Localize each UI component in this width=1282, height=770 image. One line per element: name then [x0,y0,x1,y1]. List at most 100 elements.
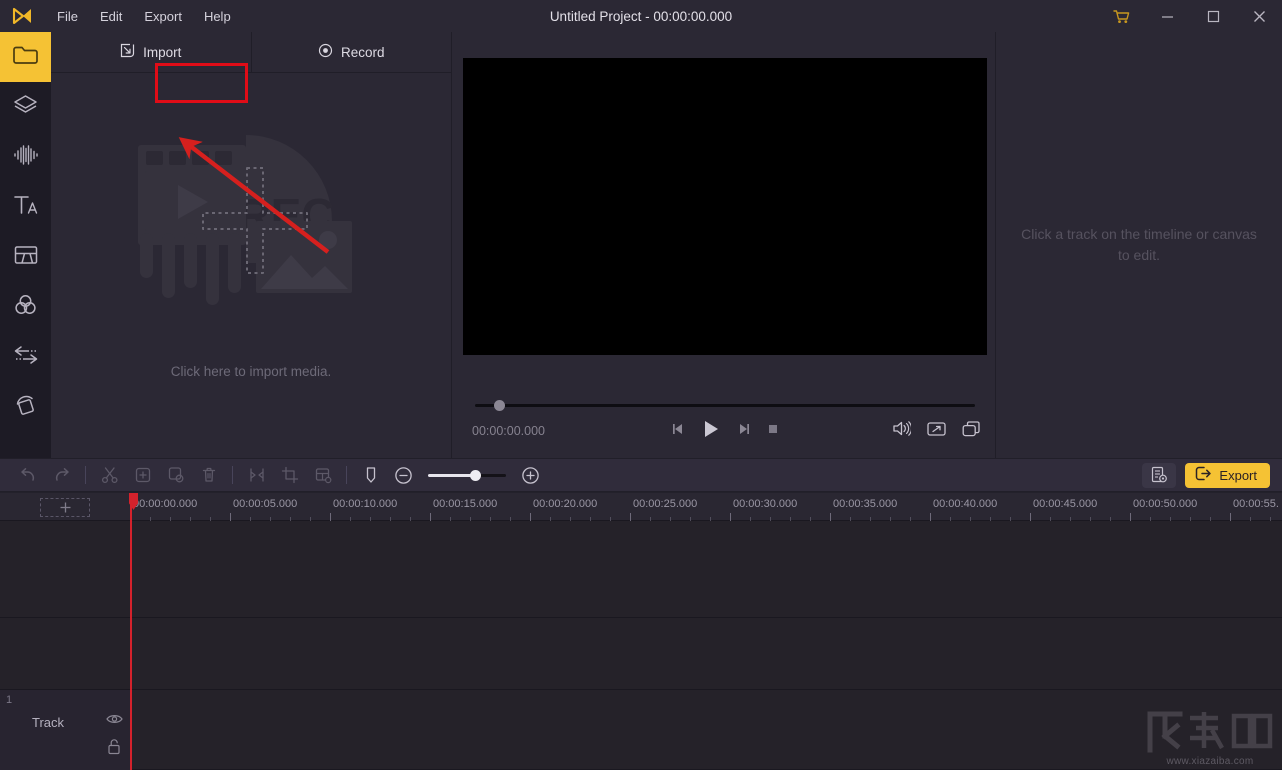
menu-item-edit[interactable]: Edit [89,5,133,28]
track-header-1[interactable]: 1 Track [0,690,130,770]
track-headers: 1 Track [0,521,130,770]
track-name: Track [32,715,64,730]
split-button[interactable] [240,459,273,491]
tab-record[interactable]: Record [251,32,452,72]
export-button[interactable]: Export [1185,463,1270,488]
split-screen-icon [13,244,39,271]
eye-icon[interactable] [106,712,123,730]
duplicate-button[interactable] [126,459,159,491]
tab-record-label: Record [341,45,385,60]
export-settings-button[interactable] [1142,463,1176,488]
text-icon [12,193,40,222]
toolbar-divider-3 [346,466,347,484]
transitions-icon [12,344,40,371]
media-drop-hint: Click here to import media. [171,364,332,379]
sidebar-item-stickers[interactable] [0,82,51,132]
menu-bar: File Edit Export Help [46,5,242,28]
track-lanes [130,521,1282,770]
track-header-empty-2 [0,618,130,690]
media-drop-zone[interactable]: REC [51,73,451,458]
track-number: 1 [6,694,12,706]
track-lane-empty-1[interactable] [130,521,1282,618]
editor-toolbar: Export [0,458,1282,492]
timeline-zoom-slider[interactable] [428,468,506,482]
minimize-icon[interactable] [1144,0,1190,32]
ruler-major-tick [930,513,931,521]
color-circles-icon [12,293,39,322]
menu-item-export[interactable]: Export [133,5,193,28]
media-tabs: Import Record [51,32,451,73]
ruler-major-tick [730,513,731,521]
ruler-major-tick [130,513,131,521]
ruler-major-tick [1030,513,1031,521]
prev-frame-icon[interactable] [670,421,686,437]
tab-import[interactable]: Import [51,32,251,72]
close-icon[interactable] [1236,0,1282,32]
track-lane-1[interactable] [130,690,1282,770]
maximize-icon[interactable] [1190,0,1236,32]
scrubber-handle[interactable] [494,400,505,411]
stop-icon[interactable] [766,422,780,436]
window-controls [1098,0,1282,32]
marker-button[interactable] [354,459,387,491]
ruler-tick-label: 00:00:50.000 [1133,498,1197,510]
preview-scrubber[interactable] [475,398,975,412]
zoom-out-button[interactable] [387,459,420,491]
undo-button[interactable] [12,459,45,491]
preview-panel: 00:00:00.000 [451,32,996,458]
paste-button[interactable] [159,459,192,491]
import-icon [120,43,135,61]
fullscreen-icon[interactable] [927,421,946,437]
zoom-slider-handle[interactable] [470,470,481,481]
sidebar-item-audio[interactable] [0,132,51,182]
scrubber-track [475,404,975,407]
properties-empty-message: Click a track on the timeline or canvas … [1019,224,1259,266]
left-sidebar [0,32,51,458]
redo-button[interactable] [45,459,78,491]
ruler-tick-label: 00:00:25.000 [633,498,697,510]
timeline-ruler-row: 00:00:00.000 00:00:05.000 00:00:10.000 00:0… [0,493,1282,521]
sidebar-item-filters[interactable] [0,282,51,332]
ruler-tick-label: 00:00:40.000 [933,498,997,510]
menu-item-help[interactable]: Help [193,5,242,28]
toolbar-right-group: Export [1142,463,1270,488]
tab-import-label: Import [143,45,181,60]
next-frame-icon[interactable] [736,421,752,437]
preview-right-controls [892,420,981,437]
layers-icon [12,93,39,122]
ruler-tick-label: 00:00:10.000 [333,498,397,510]
cut-button[interactable] [93,459,126,491]
sidebar-item-transitions[interactable] [0,332,51,382]
sidebar-item-media[interactable] [0,32,51,82]
sidebar-item-text[interactable] [0,182,51,232]
timeline-ruler[interactable]: 00:00:00.000 00:00:05.000 00:00:10.000 00:0… [130,493,1282,521]
transform-group [240,459,339,491]
ruler-major-tick [1230,513,1231,521]
add-track-button[interactable] [40,498,90,517]
ruler-tick-label: 00:00:45.000 [1033,498,1097,510]
ruler-tick-label: 00:00:20.000 [533,498,597,510]
sidebar-item-split-screen[interactable] [0,232,51,282]
track-lane-empty-2[interactable] [130,618,1282,690]
play-icon[interactable] [700,418,722,440]
video-editor-window: File Edit Export Help Untitled Project -… [0,0,1282,770]
cart-icon[interactable] [1098,0,1144,32]
zoom-in-button[interactable] [514,459,547,491]
ruler-major-tick [830,513,831,521]
video-canvas[interactable] [463,58,987,355]
export-button-label: Export [1219,468,1257,483]
ruler-major-tick [230,513,231,521]
delete-button[interactable] [192,459,225,491]
snapshot-icon[interactable] [962,421,981,437]
volume-icon[interactable] [892,420,911,437]
sidebar-item-effects[interactable] [0,382,51,432]
history-group [12,459,78,491]
speed-button[interactable] [306,459,339,491]
marker-group [354,459,387,491]
ruler-tick-label: 00:00:00.000 [133,498,197,510]
unlock-icon[interactable] [106,738,122,760]
crop-button[interactable] [273,459,306,491]
ruler-tick-label: 00:00:05.000 [233,498,297,510]
ruler-major-tick [330,513,331,521]
menu-item-file[interactable]: File [46,5,89,28]
